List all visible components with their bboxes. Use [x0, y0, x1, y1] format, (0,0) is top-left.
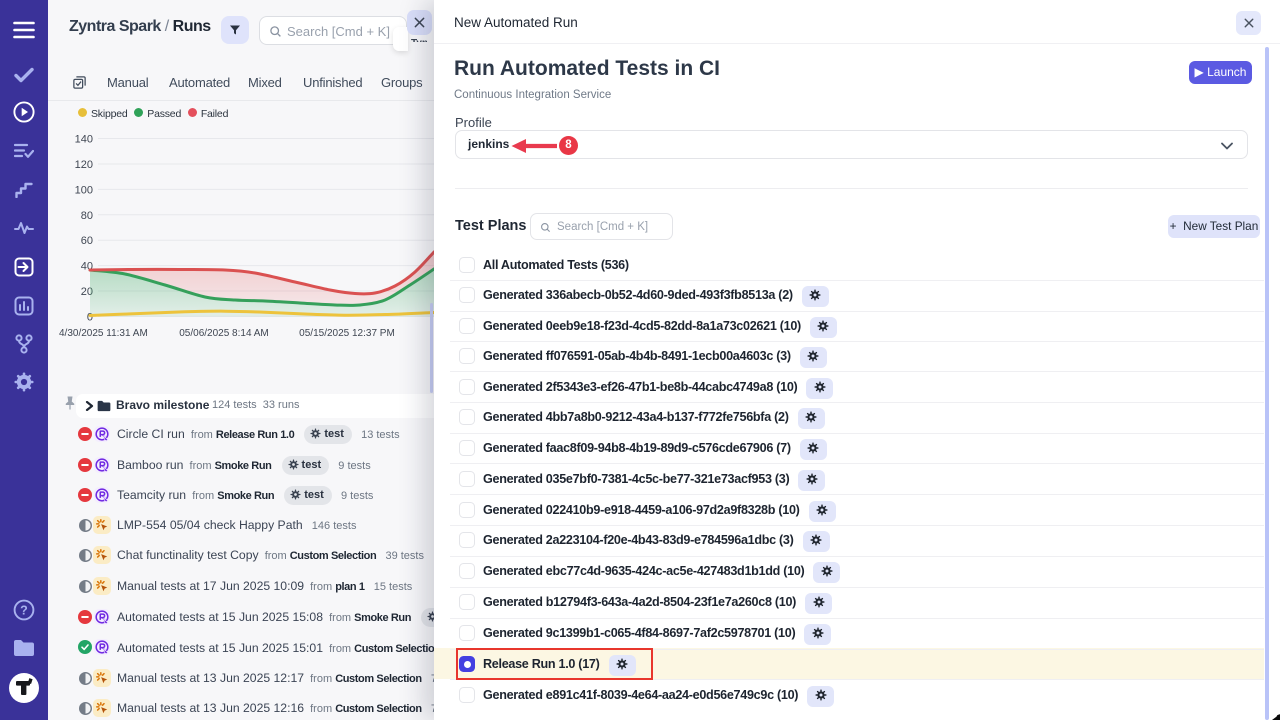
svg-text:4/30/2025 11:31 AM: 4/30/2025 11:31 AM — [59, 328, 148, 339]
svg-text:?: ? — [20, 604, 28, 618]
svg-text:05/06/2025 8:14 AM: 05/06/2025 8:14 AM — [179, 328, 269, 339]
svg-text:05/15/2025 12:37 PM: 05/15/2025 12:37 PM — [299, 328, 395, 339]
svg-text:140: 140 — [75, 134, 93, 146]
svg-text:80: 80 — [81, 210, 93, 222]
svg-text:100: 100 — [75, 184, 93, 196]
svg-text:120: 120 — [75, 159, 93, 171]
svg-text:60: 60 — [81, 235, 93, 247]
